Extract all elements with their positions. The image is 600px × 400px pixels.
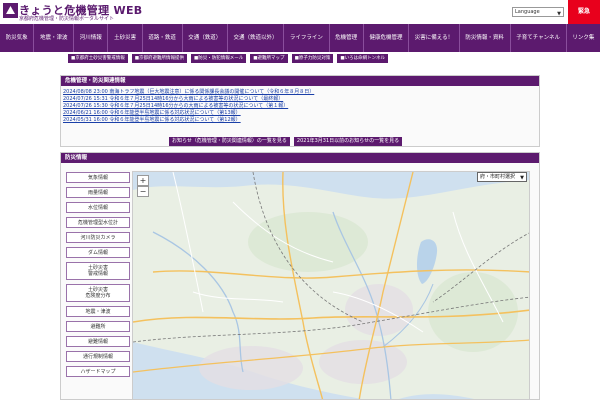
quick-link-button[interactable]: ■避難所マップ [250, 54, 288, 63]
nav-item[interactable]: ライフライン [284, 24, 330, 52]
site-subtitle: 京都府危機管理・防災情報ポータルサイト [19, 16, 115, 22]
side-menu-button[interactable]: 避難所 [66, 321, 130, 332]
side-menu-button[interactable]: 気象情報 [66, 172, 130, 183]
news-link[interactable]: 2024/06/21 16:00 令和６年能登半島地震に係る対応状況について（第… [63, 110, 539, 117]
quick-links-bar: ■京都府土砂災害警戒情報 ■京都府避難所情報提供 ■防災・防犯情報メール ■避難… [68, 54, 498, 64]
nav-item[interactable]: 交通（鉄道） [183, 24, 228, 52]
nav-item[interactable]: 道路・鉄道 [143, 24, 183, 52]
disaster-panel-title: 防災情報 [61, 153, 539, 163]
main-nav: 防災気象 地震・津波 河川情報 土砂災害 道路・鉄道 交通（鉄道） 交通（鉄道以… [0, 24, 600, 52]
map-canvas[interactable] [133, 172, 530, 400]
disaster-map[interactable] [132, 171, 530, 400]
disaster-side-menu: 気象情報 雨量情報 水位情報 危機管理型水位計 河川防災カメラ ダム情報 土砂災… [66, 172, 130, 381]
nav-item[interactable]: 子育てチャンネル [511, 24, 567, 52]
side-menu-button[interactable]: 通行規制情報 [66, 351, 130, 362]
region-select[interactable]: 府・市町村選択 ▼ [477, 172, 527, 182]
news-panel-title: 危機管理・防災関連情報 [61, 76, 539, 86]
side-menu-button[interactable]: 土砂災害 警戒情報 [66, 262, 130, 280]
language-select[interactable]: Language ▼ [512, 7, 564, 17]
news-panel: 危機管理・防災関連情報 2024/08/08 23:00 南海トラフ地震（巨大地… [60, 75, 540, 147]
site-header: きょうと危機管理 WEB 京都府危機管理・防災情報ポータルサイト Languag… [0, 0, 600, 24]
chevron-down-icon: ▼ [557, 11, 561, 17]
news-link[interactable]: 2024/07/26 15:30 令和６年７月25日14時16分からの大雨による… [63, 103, 539, 110]
news-link[interactable]: 2024/08/08 23:00 南海トラフ地震（巨大地震注意）に係る関係課長会… [63, 89, 539, 96]
side-menu-button[interactable]: 地震・津波 [66, 306, 130, 317]
nav-item[interactable]: 交通（鉄道以外） [228, 24, 285, 52]
nav-item[interactable]: 防災気象 [0, 24, 35, 52]
news-link[interactable]: 2024/07/26 15:31 令和６年７月25日14時16分から大雨による被… [63, 96, 539, 103]
quick-link-button[interactable]: ■防災・防犯情報メール [191, 54, 247, 63]
zoom-in-button[interactable]: + [137, 175, 149, 186]
nav-item[interactable]: 災害に備える！ [409, 24, 460, 52]
logo-icon [3, 3, 18, 18]
map-zoom-control: + − [137, 175, 149, 197]
side-menu-button[interactable]: ダム情報 [66, 247, 130, 258]
side-menu-button[interactable]: 危機管理型水位計 [66, 217, 130, 228]
news-link[interactable]: 2024/05/31 16:00 令和６年能登半島地震に係る対応状況について（第… [63, 117, 539, 124]
quick-link-button[interactable]: ■原子力防災対策 [291, 54, 334, 63]
language-label: Language [515, 9, 540, 15]
side-menu-button[interactable]: ハザードマップ [66, 366, 130, 377]
chevron-down-icon: ▼ [520, 175, 524, 181]
nav-item[interactable]: リンク集 [567, 24, 600, 52]
nav-item[interactable]: 健康危機管理 [364, 24, 410, 52]
side-menu-button[interactable]: 土砂災害 危険度分布 [66, 284, 130, 302]
region-select-label: 府・市町村選択 [480, 174, 516, 180]
news-list-button[interactable]: お知らせ（危機管理・防災関連情報）の一覧を見る [169, 137, 290, 146]
zoom-out-button[interactable]: − [137, 186, 149, 197]
news-list: 2024/08/08 23:00 南海トラフ地震（巨大地震注意）に係る関係課長会… [61, 86, 539, 126]
nav-item[interactable]: 防災情報・資料 [460, 24, 511, 52]
side-menu-button[interactable]: 水位情報 [66, 202, 130, 213]
quick-link-button[interactable]: ■京都府避難所情報提供 [131, 54, 188, 63]
quick-link-button[interactable]: ■いろは命綱トンネル [337, 54, 388, 63]
nav-item[interactable]: 危機管理 [330, 24, 364, 52]
nav-item[interactable]: 河川情報 [74, 24, 109, 52]
quick-link-button[interactable]: ■京都府土砂災害警戒情報 [68, 54, 128, 63]
news-buttons: お知らせ（危機管理・防災関連情報）の一覧を見る 2021年3月31日以前のお知ら… [169, 137, 403, 146]
emergency-button[interactable]: 緊急 [568, 0, 600, 24]
side-menu-button[interactable]: 河川防災カメラ [66, 232, 130, 243]
nav-item[interactable]: 土砂災害 [108, 24, 143, 52]
side-menu-button[interactable]: 雨量情報 [66, 187, 130, 198]
nav-item[interactable]: 地震・津波 [34, 24, 75, 52]
side-menu-button[interactable]: 避難情報 [66, 336, 130, 347]
news-archive-button[interactable]: 2021年3月31日以前のお知らせの一覧を見る [293, 137, 403, 146]
